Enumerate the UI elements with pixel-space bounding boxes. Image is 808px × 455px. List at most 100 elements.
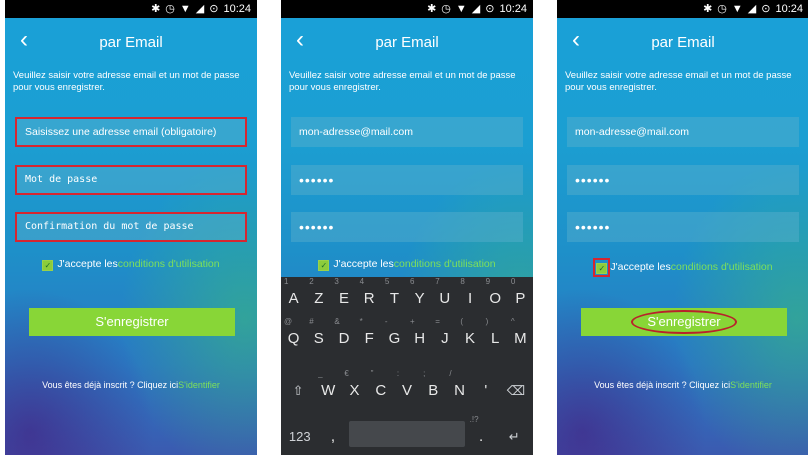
- backspace-key[interactable]: ⌫: [499, 369, 533, 407]
- key-label: L: [491, 330, 500, 347]
- key-d[interactable]: & D: [331, 317, 356, 355]
- login-link[interactable]: S'identifier: [730, 380, 772, 390]
- comma-key[interactable]: ,: [318, 415, 347, 453]
- period-key[interactable]: .!?.: [467, 415, 496, 453]
- keyboard-row-2: @ Q # S & D * F - G + H = J(K) L ^ M: [281, 317, 533, 355]
- key-v[interactable]: :V: [394, 369, 420, 407]
- key-label: X: [349, 382, 360, 399]
- wifi-icon: ▼: [455, 3, 467, 15]
- login-link[interactable]: S'identifier: [178, 380, 220, 390]
- terms-checkbox[interactable]: ✓: [596, 263, 608, 274]
- email-field[interactable]: mon-adresse@mail.com: [291, 117, 523, 147]
- key-hint: _: [318, 369, 323, 378]
- page-title: par Email: [375, 33, 439, 51]
- key-b[interactable]: ; B: [420, 369, 446, 407]
- already-registered-row: Vous êtes déjà inscrit ? Cliquez iciS'id…: [557, 380, 808, 390]
- key-y[interactable]: 6Y: [407, 277, 432, 315]
- status-time: 10:24: [223, 3, 251, 15]
- key-label: K: [465, 330, 476, 347]
- intro-text: Veuillez saisir votre adresse email et u…: [289, 70, 516, 93]
- register-button[interactable]: S'enregistrer: [581, 308, 787, 336]
- key-k[interactable]: (K: [457, 317, 482, 355]
- key-label: G: [388, 330, 401, 347]
- key-hint: 8: [460, 277, 465, 286]
- terms-link[interactable]: conditions d'utilisation: [671, 261, 773, 273]
- key-n[interactable]: / N: [446, 369, 472, 407]
- key-o[interactable]: 9O: [483, 277, 508, 315]
- back-arrow-icon[interactable]: ‹: [287, 28, 313, 54]
- key-label: I: [467, 290, 473, 307]
- alarm-icon: ◷: [717, 3, 727, 15]
- already-text: Vous êtes déjà inscrit ? Cliquez ici: [594, 380, 731, 390]
- key-m[interactable]: ^ M: [508, 317, 533, 355]
- email-field[interactable]: mon-adresse@mail.com: [567, 117, 799, 147]
- email-field[interactable]: Saisissez une adresse email (obligatoire…: [15, 117, 247, 147]
- key-i[interactable]: 8I: [457, 277, 482, 315]
- key-hint: €: [344, 369, 349, 378]
- numbers-key[interactable]: 123: [281, 415, 318, 453]
- key-g[interactable]: -G: [382, 317, 407, 355]
- key-x[interactable]: € X: [341, 369, 367, 407]
- key-hint: 2: [309, 277, 314, 286]
- key-label: D: [338, 330, 350, 347]
- back-arrow-icon[interactable]: ‹: [563, 28, 589, 54]
- key-e[interactable]: 3E: [331, 277, 356, 315]
- key-hint: @: [284, 317, 293, 326]
- terms-row: ✓ J'accepte lesconditions d'utilisation: [281, 258, 533, 271]
- app-bar: ‹ par Email: [5, 20, 257, 64]
- password-field[interactable]: ••••••: [291, 165, 523, 195]
- terms-link[interactable]: conditions d'utilisation: [394, 258, 496, 270]
- key-j[interactable]: = J: [432, 317, 457, 355]
- already-text: Vous êtes déjà inscrit ? Cliquez ici: [42, 380, 179, 390]
- key-l[interactable]: ) L: [483, 317, 508, 355]
- alarm-icon: ◷: [441, 3, 451, 15]
- key-r[interactable]: 4R: [357, 277, 382, 315]
- key-s[interactable]: # S: [306, 317, 331, 355]
- space-key[interactable]: [349, 421, 465, 447]
- key-hint: 5: [384, 277, 390, 286]
- key-t[interactable]: 5T: [382, 277, 407, 315]
- enter-key[interactable]: ↵: [496, 415, 533, 453]
- password-field[interactable]: ••••••: [567, 165, 799, 195]
- key-f[interactable]: * F: [357, 317, 382, 355]
- key-hint: :: [396, 369, 400, 378]
- page-title: par Email: [99, 33, 163, 51]
- key-hint: 6: [410, 277, 415, 286]
- key-q[interactable]: @ Q: [281, 317, 306, 355]
- key-hint: /: [449, 369, 452, 378]
- key-w[interactable]: _ W: [315, 369, 341, 407]
- accept-label: J'accepte les: [333, 258, 394, 270]
- key-label: J: [441, 330, 449, 347]
- terms-checkbox[interactable]: ✓: [318, 260, 330, 271]
- key-p[interactable]: 0P: [508, 277, 533, 315]
- back-arrow-icon[interactable]: ‹: [11, 28, 37, 54]
- key-label: S: [313, 330, 324, 347]
- key-h[interactable]: + H: [407, 317, 432, 355]
- alarm-icon: ◷: [165, 3, 175, 15]
- status-bar: ✱ ◷ ▼ ◢ ⊙ 10:24: [281, 0, 533, 18]
- key-label: M: [514, 330, 527, 347]
- key-z[interactable]: 2Z: [306, 277, 331, 315]
- key-hint: 9: [485, 277, 491, 286]
- key-u[interactable]: 7U: [432, 277, 457, 315]
- signal-icon: ◢: [747, 3, 757, 15]
- terms-link[interactable]: conditions d'utilisation: [118, 258, 220, 270]
- password-field[interactable]: Mot de passe: [15, 165, 247, 195]
- terms-row: ✓ J'accepte lesconditions d'utilisation: [5, 258, 257, 271]
- signal-icon: ◢: [471, 3, 481, 15]
- intro-text: Veuillez saisir votre adresse email et u…: [13, 70, 240, 93]
- key-label: U: [439, 290, 451, 307]
- key-a[interactable]: 1A: [281, 277, 306, 315]
- wifi-icon: ▼: [179, 3, 191, 15]
- key-c[interactable]: " C: [368, 369, 394, 407]
- shift-key[interactable]: ⇧: [281, 369, 315, 407]
- confirm-password-field[interactable]: Confirmation du mot de passe: [15, 212, 247, 242]
- soft-keyboard: 1A2Z3E4R5T6Y7U8I9O0P @ Q # S & D * F - G + H = J(K) L ^…: [281, 277, 533, 455]
- confirm-password-field[interactable]: ••••••: [291, 212, 523, 242]
- key-apostrophe[interactable]: ': [473, 369, 499, 407]
- terms-checkbox[interactable]: ✓: [42, 260, 54, 271]
- key-label: N: [454, 382, 465, 399]
- confirm-password-field[interactable]: ••••••: [567, 212, 799, 242]
- battery-icon: ⊙: [209, 3, 219, 15]
- register-button[interactable]: S'enregistrer: [29, 308, 235, 336]
